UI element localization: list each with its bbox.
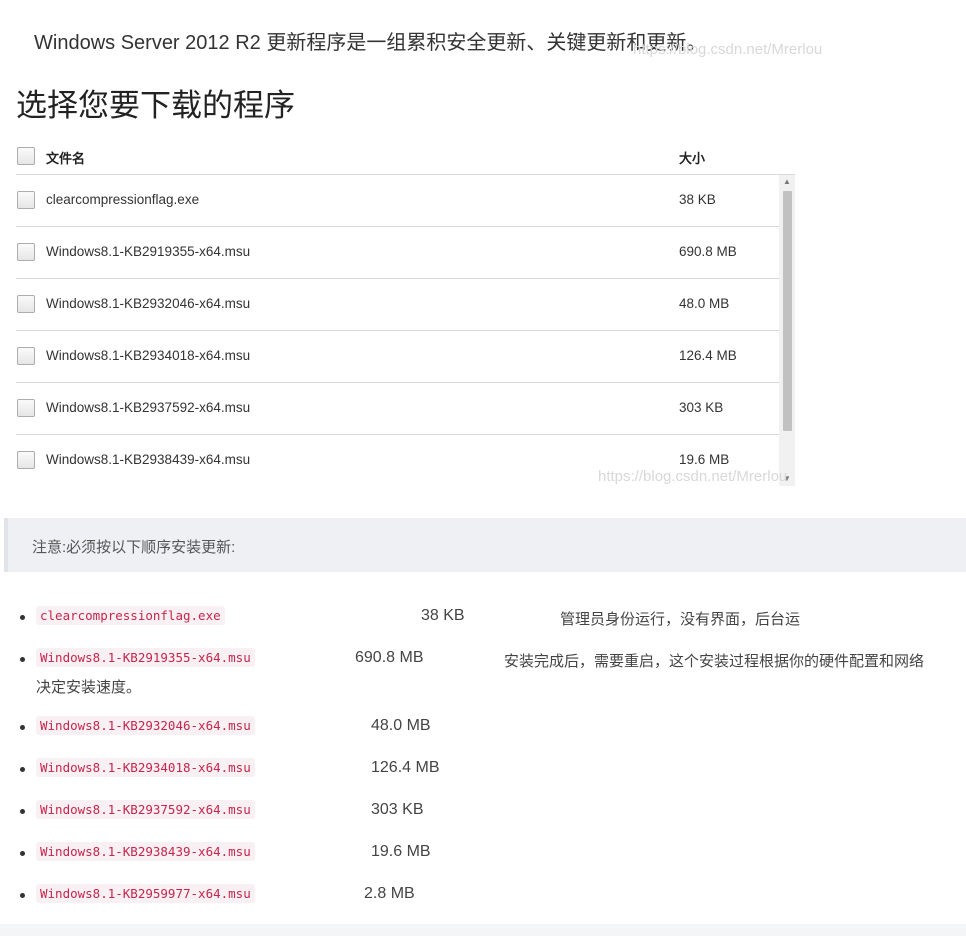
file-checkbox[interactable]	[17, 243, 35, 261]
file-code: Windows8.1-KB2938439-x64.msu	[36, 842, 255, 861]
file-row[interactable]: Windows8.1-KB2932046-x64.msu 48.0 MB	[16, 279, 779, 331]
page-heading: 选择您要下载的程序	[16, 88, 295, 123]
file-size: 2.8 MB	[364, 885, 415, 902]
file-code: Windows8.1-KB2919355-x64.msu	[36, 648, 255, 667]
file-row[interactable]: Windows8.1-KB2919355-x64.msu 690.8 MB	[16, 227, 779, 279]
watermark: https://blog.csdn.net/Mrerlou	[633, 41, 823, 58]
bullet	[20, 767, 25, 772]
file-size: 690.8 MB	[679, 244, 737, 259]
install-order-note: 注意:必须按以下顺序安装更新:	[4, 518, 966, 572]
file-code: Windows8.1-KB2937592-x64.msu	[36, 800, 255, 819]
file-code: clearcompressionflag.exe	[36, 606, 225, 625]
watermark: https://blog.csdn.net/Mrerlou	[598, 468, 788, 485]
file-size: 48.0 MB	[679, 296, 730, 311]
file-row[interactable]: clearcompressionflag.exe 38 KB	[16, 175, 779, 227]
file-size: 19.6 MB	[679, 452, 730, 467]
file-checkbox[interactable]	[17, 191, 35, 209]
file-checkbox[interactable]	[17, 399, 35, 417]
file-code: Windows8.1-KB2932046-x64.msu	[36, 716, 255, 735]
file-code: Windows8.1-KB2959977-x64.msu	[36, 884, 255, 903]
bullet	[20, 851, 25, 856]
file-name: Windows8.1-KB2919355-x64.msu	[46, 244, 251, 259]
note-text: 注意:必须按以下顺序安装更新:	[32, 539, 236, 556]
file-size: 126.4 MB	[679, 348, 737, 363]
file-name: Windows8.1-KB2937592-x64.msu	[46, 400, 251, 415]
intro-text: Windows Server 2012 R2 更新程序是一组累积安全更新、关键更…	[34, 32, 707, 54]
bullet	[20, 657, 25, 662]
bullet	[20, 725, 25, 730]
scrollbar[interactable]: ▲ ▼	[779, 175, 795, 486]
file-checkbox[interactable]	[17, 347, 35, 365]
install-note-continued: 决定安装速度。	[36, 679, 142, 696]
column-header-size: 大小	[679, 151, 706, 166]
file-name: Windows8.1-KB2934018-x64.msu	[46, 348, 251, 363]
file-size: 126.4 MB	[371, 759, 440, 776]
file-size: 690.8 MB	[355, 649, 424, 666]
file-name: Windows8.1-KB2938439-x64.msu	[46, 452, 251, 467]
file-name: Windows8.1-KB2932046-x64.msu	[46, 296, 251, 311]
file-code: Windows8.1-KB2934018-x64.msu	[36, 758, 255, 777]
file-row[interactable]: Windows8.1-KB2937592-x64.msu 303 KB	[16, 383, 779, 435]
install-note: 安装完成后，需要重启，这个安装过程根据你的硬件配置和网络	[504, 653, 925, 670]
bullet	[20, 615, 25, 620]
scroll-thumb[interactable]	[783, 191, 792, 431]
file-checkbox[interactable]	[17, 451, 35, 469]
file-size: 303 KB	[371, 801, 424, 818]
table-header: 文件名 大小	[16, 137, 795, 175]
column-header-name: 文件名	[46, 151, 86, 166]
bullet	[20, 809, 25, 814]
file-size: 48.0 MB	[371, 717, 431, 734]
file-list: clearcompressionflag.exe 38 KB Windows8.…	[16, 175, 795, 486]
file-row[interactable]: Windows8.1-KB2934018-x64.msu 126.4 MB	[16, 331, 779, 383]
install-note: 管理员身份运行，没有界面，后台运	[560, 611, 801, 628]
file-size: 38 KB	[421, 607, 465, 624]
file-size: 19.6 MB	[371, 843, 431, 860]
select-all-checkbox[interactable]	[17, 147, 35, 165]
bottom-divider	[0, 924, 966, 936]
file-name: clearcompressionflag.exe	[46, 192, 200, 207]
file-checkbox[interactable]	[17, 295, 35, 313]
scroll-up-arrow-icon[interactable]: ▲	[779, 175, 795, 189]
file-size: 303 KB	[679, 400, 724, 415]
bullet	[20, 893, 25, 898]
file-size: 38 KB	[679, 192, 716, 207]
